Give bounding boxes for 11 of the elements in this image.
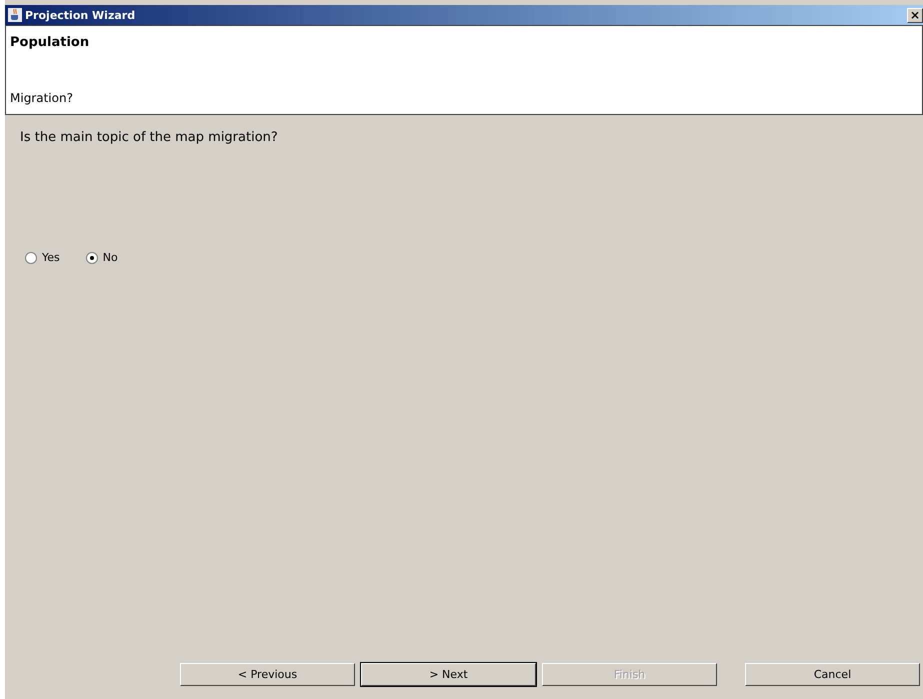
question-text: Is the main topic of the map migration?	[20, 130, 279, 145]
wizard-button[interactable]: < Previous	[180, 663, 355, 686]
wizard-button[interactable]: Cancel	[745, 663, 920, 686]
radio-option[interactable]: Yes	[25, 251, 60, 264]
window-title: Projection Wizard	[25, 8, 136, 22]
step-subtitle: Migration?	[10, 91, 74, 105]
wizard-button[interactable]: > Next	[361, 663, 536, 686]
radio-option[interactable]: No	[86, 251, 118, 264]
step-title: Population	[10, 35, 90, 50]
coffee-cup-icon	[8, 8, 22, 22]
close-button[interactable]: ×	[907, 8, 923, 22]
